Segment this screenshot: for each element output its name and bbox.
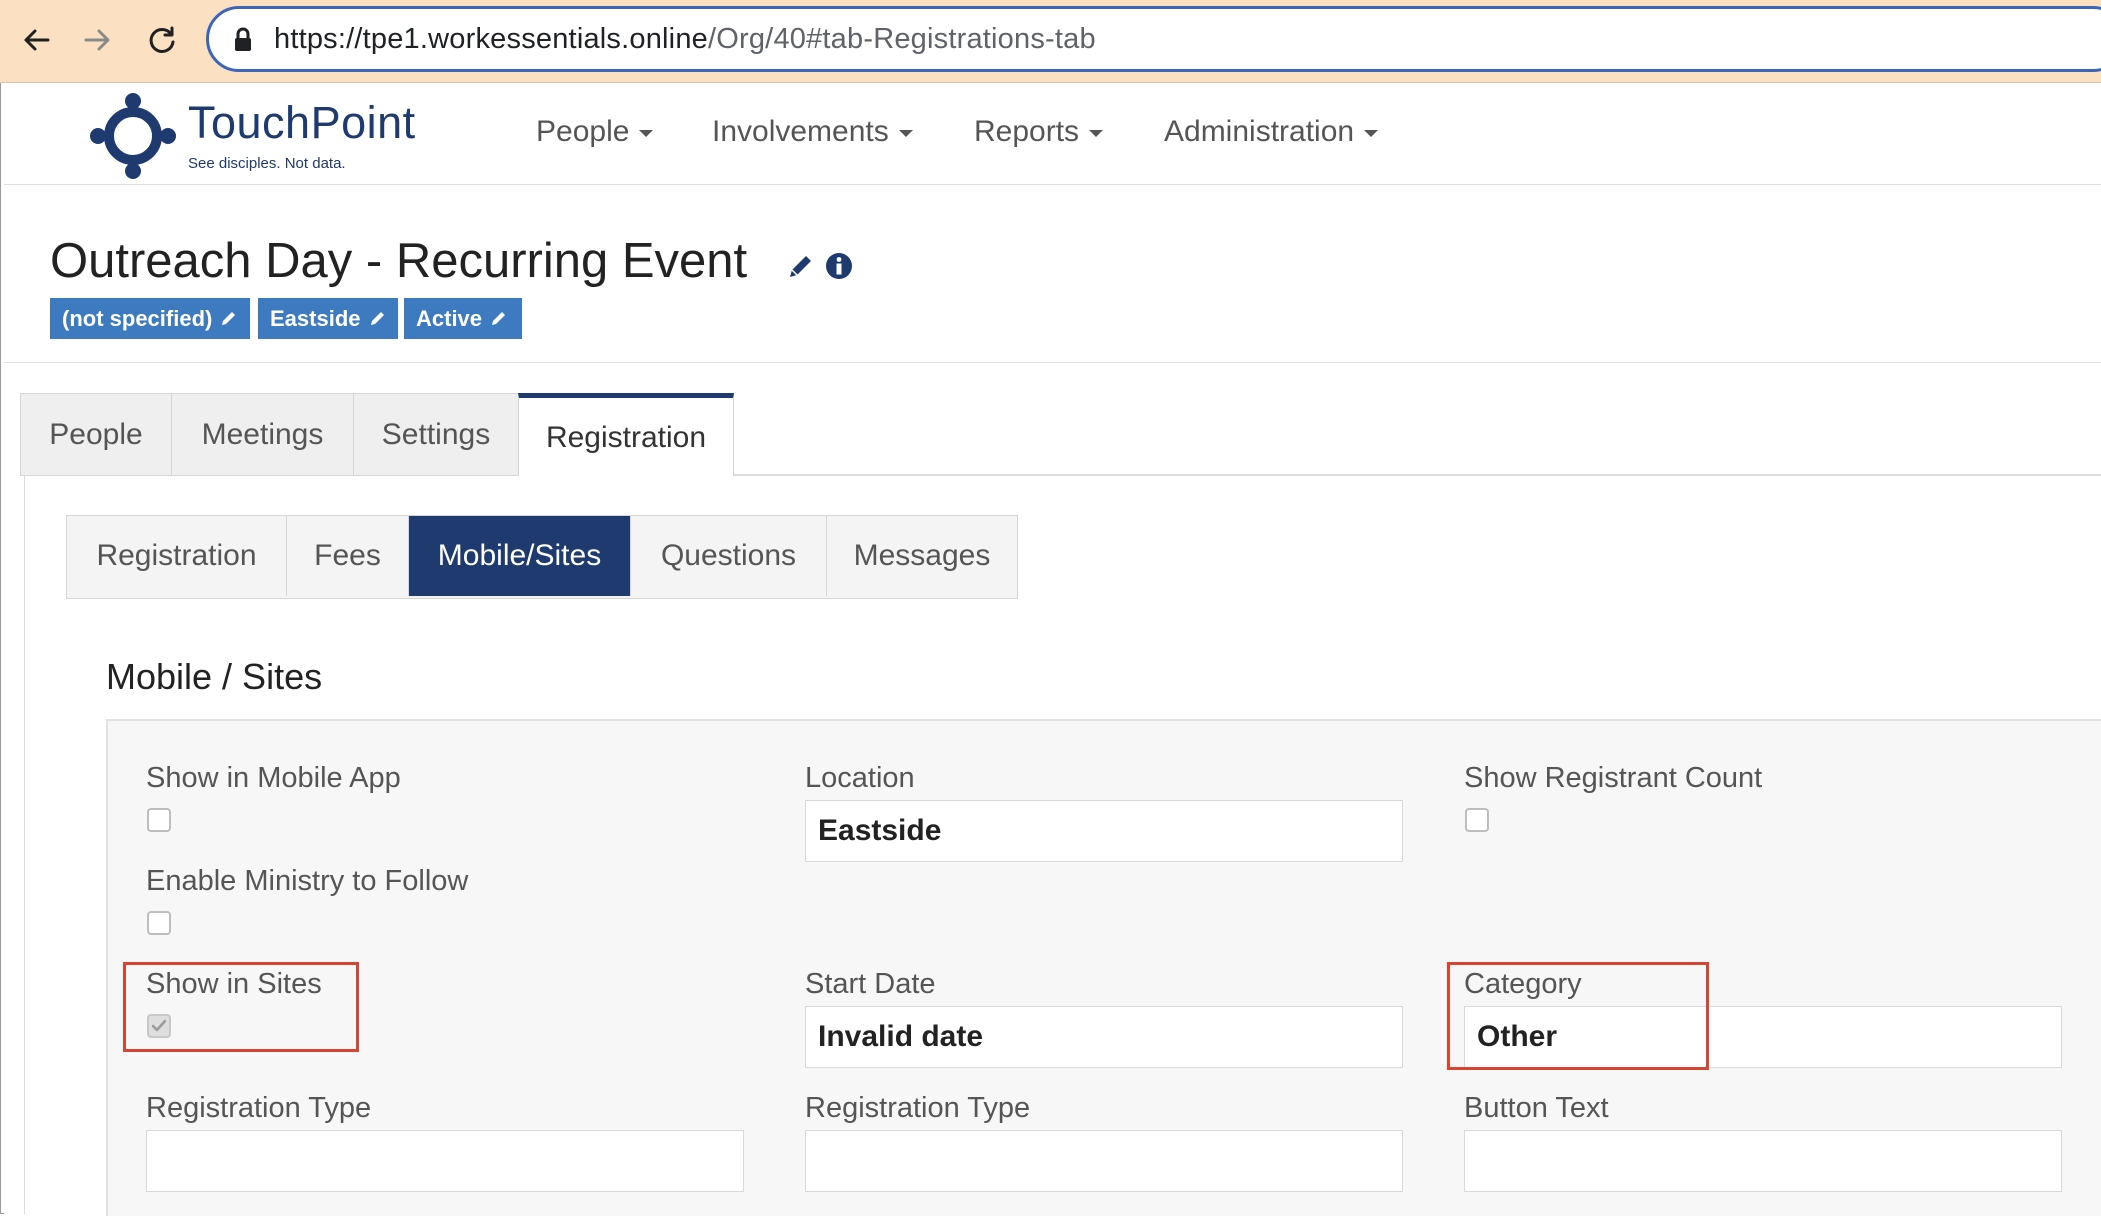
tab-registration-label: Registration [545,420,707,454]
registration-type-input-1[interactable] [146,1130,744,1192]
show-in-mobile-app-label: Show in Mobile App [146,762,401,794]
subtab-questions-label: Questions [660,539,797,572]
show-registrant-count-checkbox[interactable] [1465,808,1489,832]
caret-down-icon [1364,129,1379,137]
reload-icon [149,26,175,53]
enable-ministry-follow-label: Enable Ministry to Follow [146,865,469,897]
reload-button[interactable] [136,14,188,66]
nav-reports[interactable]: Reports [974,115,1104,149]
enable-ministry-follow-checkbox[interactable] [147,911,171,935]
url-host: https://tpe1.workessentials.online [274,23,708,55]
browser-toolbar: https://tpe1.workessentials.online/Org/4… [0,0,2101,83]
location-label: Location [805,762,915,794]
nav-people[interactable]: People [536,115,654,149]
nav-involvements-label: Involvements [712,115,889,148]
address-bar[interactable]: https://tpe1.workessentials.online/Org/4… [206,6,2101,72]
content-area: People Meetings Settings Registration Re… [4,363,2101,1216]
arrow-right-icon [84,29,110,51]
pencil-icon [222,312,236,326]
annotation-highlight-category [1447,962,1709,1070]
badge-status-label: Active [416,306,483,331]
subtab-messages[interactable]: Messages [827,516,1017,596]
badge-program-label: (not specified) [62,306,213,331]
badge-campus[interactable]: Eastside [258,298,398,339]
button-text-label: Button Text [1464,1092,1609,1124]
subtab-fees-label: Fees [314,539,381,572]
show-in-mobile-app-checkbox[interactable] [147,808,171,832]
page-title: Outreach Day - Recurring Event [50,234,748,288]
sub-tabs: Registration Fees Mobile/Sites Questions… [66,515,1018,599]
tab-people[interactable]: People [20,393,172,476]
tab-registration[interactable]: Registration [518,393,734,477]
nav-administration-label: Administration [1164,115,1355,148]
brand-name: TouchPoint [188,97,416,148]
subtab-messages-label: Messages [853,539,991,572]
caret-down-icon [1089,129,1104,137]
back-button[interactable] [10,14,62,66]
tab-people-label: People [49,417,143,451]
tabs-divider [734,474,2101,476]
tab-settings-label: Settings [381,417,491,451]
button-text-input[interactable] [1464,1130,2062,1192]
subtab-fees[interactable]: Fees [287,516,409,596]
start-date-field[interactable]: Invalid date [805,1006,1403,1068]
nav-administration[interactable]: Administration [1164,115,1379,149]
start-date-label: Start Date [805,968,936,1000]
pencil-icon[interactable] [786,251,816,281]
pencil-icon [492,312,506,326]
tab-meetings[interactable]: Meetings [171,393,354,476]
annotation-highlight-show-in-sites [123,962,359,1052]
badge-program[interactable]: (not specified) [50,298,250,339]
section-title: Mobile / Sites [106,656,323,697]
registration-type-label-2: Registration Type [805,1092,1031,1124]
registration-type-label-1: Registration Type [146,1092,372,1124]
lock-icon [235,27,251,51]
title-actions [786,251,854,281]
subtab-mobile-sites[interactable]: Mobile/Sites [409,516,631,596]
info-icon[interactable] [824,251,854,281]
url-path: /Org/40#tab-Registrations-tab [707,23,1096,55]
subtab-questions[interactable]: Questions [631,516,827,596]
pencil-icon [370,312,384,326]
caret-down-icon [898,129,913,137]
subtab-registration[interactable]: Registration [67,516,287,596]
tab-meetings-label: Meetings [201,417,324,451]
badge-status[interactable]: Active [404,298,522,339]
badge-campus-label: Eastside [270,306,361,331]
show-registrant-count-label: Show Registrant Count [1464,762,1763,794]
url-text: https://tpe1.workessentials.online/Org/4… [274,23,1096,56]
forward-button[interactable] [72,14,124,66]
brand-tagline: See disciples. Not data. [188,155,346,172]
location-field[interactable]: Eastside [805,800,1403,862]
subtab-mobile-sites-label: Mobile/Sites [437,539,602,572]
nav-involvements[interactable]: Involvements [712,115,913,149]
touchpoint-logo-icon[interactable] [88,91,178,181]
app-header: TouchPoint See disciples. Not data. Peop… [4,83,2101,185]
nav-people-label: People [536,115,630,148]
page-header: Outreach Day - Recurring Event (not spec… [4,185,2101,364]
arrow-left-icon [24,29,50,51]
caret-down-icon [639,129,654,137]
subtab-registration-label: Registration [96,539,257,572]
nav-reports-label: Reports [974,115,1080,148]
registration-type-input-2[interactable] [805,1130,1403,1192]
tab-settings[interactable]: Settings [353,393,519,476]
